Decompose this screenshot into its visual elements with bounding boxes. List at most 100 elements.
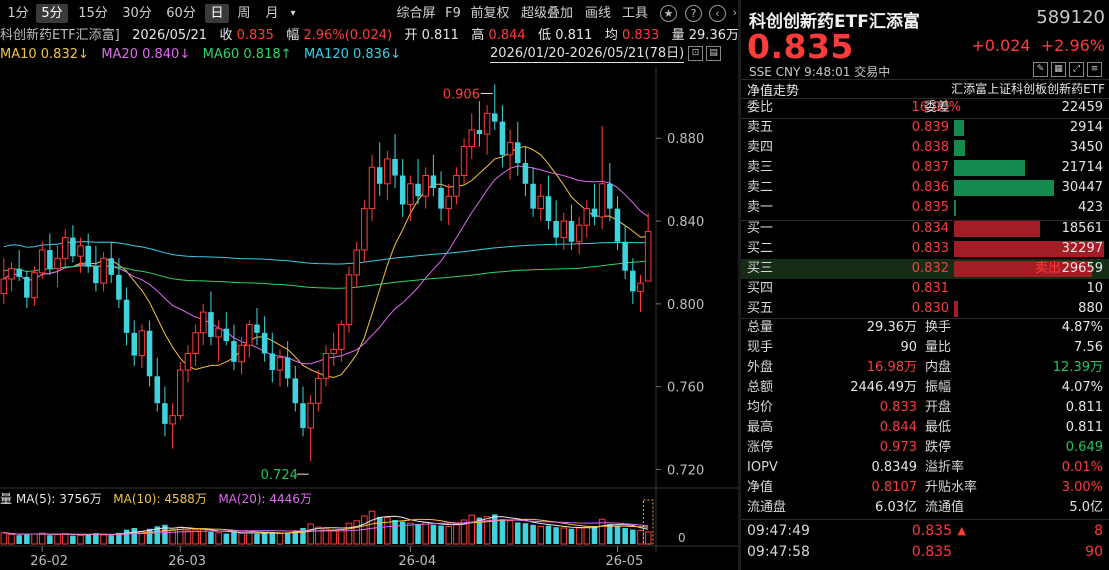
period-more-dropdown[interactable]: ▾ <box>287 4 299 23</box>
stat-label: 最高 <box>747 420 774 435</box>
ask-row-4[interactable]: 卖二 0.836 30447 <box>741 178 1109 198</box>
volume-bar-up <box>238 532 245 545</box>
ask-row-1[interactable]: 卖五 0.839 2914 <box>741 118 1109 138</box>
tool-draw-line[interactable]: 画线 <box>582 4 614 23</box>
commit-ratio-label: 委比 <box>747 100 774 115</box>
nav-trend-link[interactable]: 净值走势 <box>747 80 799 99</box>
period-5min[interactable]: 5分 <box>36 4 68 23</box>
tick-volume: 8 <box>1094 523 1103 539</box>
tick-price: 0.835 <box>911 544 952 560</box>
volume-bar-up <box>407 522 414 545</box>
period-15min[interactable]: 15分 <box>74 4 112 23</box>
stat-left-3: 外盘 16.98万 <box>747 358 917 378</box>
tool-tools[interactable]: 工具 <box>619 4 651 23</box>
bid-row-5[interactable]: 买五 0.830 880 <box>741 299 1109 319</box>
volume-bar-down <box>415 524 421 544</box>
period-1min[interactable]: 1分 <box>4 4 32 23</box>
candle-body-down <box>108 258 114 275</box>
book-volume-bar <box>954 140 966 156</box>
candle-body-up <box>322 353 330 379</box>
candle-body-down <box>430 175 437 188</box>
volume-bar-up <box>8 533 15 545</box>
stat-left-8: IOPV 0.8349 <box>747 458 917 478</box>
chart-toolbar: 1分 5分 15分 30分 60分 日 周 月 ▾ 综合屏 F9 前复权 超级叠… <box>0 0 738 27</box>
grid-icon[interactable]: ▦ <box>1051 62 1066 77</box>
candle-body-down <box>93 266 99 284</box>
x-tick-label: 26-04 <box>398 554 436 568</box>
bid-row-4[interactable]: 买四 0.831 10 <box>741 279 1109 299</box>
volume-bar-down <box>70 535 76 544</box>
candle-body-up <box>77 245 84 257</box>
candle-body-up <box>192 332 199 355</box>
candle-body-down <box>545 196 552 222</box>
ask-row-5[interactable]: 卖一 0.835 423 <box>741 198 1109 218</box>
stat-value: 0.8107 <box>871 480 918 495</box>
candle-body-up <box>353 249 360 276</box>
volume-bar-down <box>607 524 613 544</box>
commit-diff-label: 委差 <box>924 100 951 115</box>
candle-body-down <box>522 163 529 184</box>
ask-row-3[interactable]: 卖三 0.837 21714 <box>741 158 1109 178</box>
tool-f9[interactable]: F9 <box>443 4 463 23</box>
tick-time: 09:47:49 <box>747 523 810 539</box>
candle-body-up <box>330 348 337 355</box>
export-icon[interactable]: ▤ <box>706 46 721 61</box>
period-week[interactable]: 周 <box>234 4 254 23</box>
book-volume-bar <box>954 200 956 216</box>
volume-bar-down <box>614 526 621 544</box>
avg-value: 0.833 <box>621 28 660 43</box>
tick-row-1: 09:47:49 0.835 ▲ 8 <box>741 521 1109 541</box>
candle-body-up <box>468 129 476 148</box>
period-60min[interactable]: 60分 <box>162 4 200 23</box>
help-icon[interactable]: ? <box>685 5 702 22</box>
stat-label: 涨停 <box>747 440 774 455</box>
menu-icon[interactable]: ≡ <box>1087 62 1102 77</box>
bid-row-2[interactable]: 买二 0.833 32297 <box>741 239 1109 259</box>
y-tick-label: 0.800 <box>667 298 704 313</box>
chevron-left-icon[interactable]: ‹ <box>709 5 726 22</box>
book-volume: 3450 <box>1069 140 1103 155</box>
star-icon[interactable]: ★ <box>660 5 677 22</box>
amp-value: 2.96%(0.024) <box>303 28 393 43</box>
candle-body-up <box>460 146 468 176</box>
sell-tag[interactable]: 卖出 <box>1035 259 1061 279</box>
book-volume: 30447 <box>1061 180 1103 195</box>
candle-body-down <box>47 250 53 269</box>
book-volume-bar <box>954 221 1041 237</box>
volume-bar-up <box>506 520 514 545</box>
period-30min[interactable]: 30分 <box>118 4 156 23</box>
lock-icon[interactable]: ⊡ <box>688 46 703 61</box>
quote-price: 0.835 <box>747 27 854 66</box>
period-day[interactable]: 日 <box>205 4 229 23</box>
candle-body-up <box>215 328 222 338</box>
edit-icon[interactable]: ✎ <box>1033 62 1048 77</box>
candle-body-down <box>85 245 91 267</box>
bid-row-1[interactable]: 买一 0.834 18561 <box>741 219 1109 239</box>
stat-left-5: 均价 0.833 <box>747 398 917 418</box>
stat-label: 跌停 <box>925 440 952 455</box>
stat-value: 4.87% <box>1061 320 1103 335</box>
period-month[interactable]: 月 <box>262 4 282 23</box>
candle-body-up <box>384 158 391 185</box>
book-volume-bar <box>954 180 1054 196</box>
candles <box>0 84 652 545</box>
date-range-selector[interactable]: 2026/01/20-2026/05/21(78日) <box>490 46 685 63</box>
volume-bar-down <box>208 532 214 544</box>
candle-body-down <box>223 328 230 342</box>
ask-row-2[interactable]: 卖四 0.838 3450 <box>741 138 1109 158</box>
tool-composite-screen[interactable]: 综合屏 <box>393 4 439 23</box>
bid-row-3[interactable]: 买三 0.832 卖出 29659 <box>741 259 1109 279</box>
fund-name-label: 科创新药ETF汇添富] <box>0 28 120 43</box>
volume-bar-down <box>261 533 268 544</box>
book-volume: 21714 <box>1061 160 1103 175</box>
candle-body-up <box>31 272 38 299</box>
volume-bar-up <box>184 530 192 545</box>
book-price: 0.833 <box>911 241 949 256</box>
stat-label: 流通值 <box>925 500 965 515</box>
book-volume: 29659 <box>1061 261 1103 276</box>
tool-forward-adjust[interactable]: 前复权 <box>468 4 512 23</box>
volume-bar-down <box>123 529 130 544</box>
tool-super-overlay[interactable]: 超级叠加 <box>517 4 577 23</box>
expand-icon[interactable]: ⤢ <box>1069 62 1084 77</box>
stat-right-6: 最低 0.811 <box>925 418 1103 438</box>
